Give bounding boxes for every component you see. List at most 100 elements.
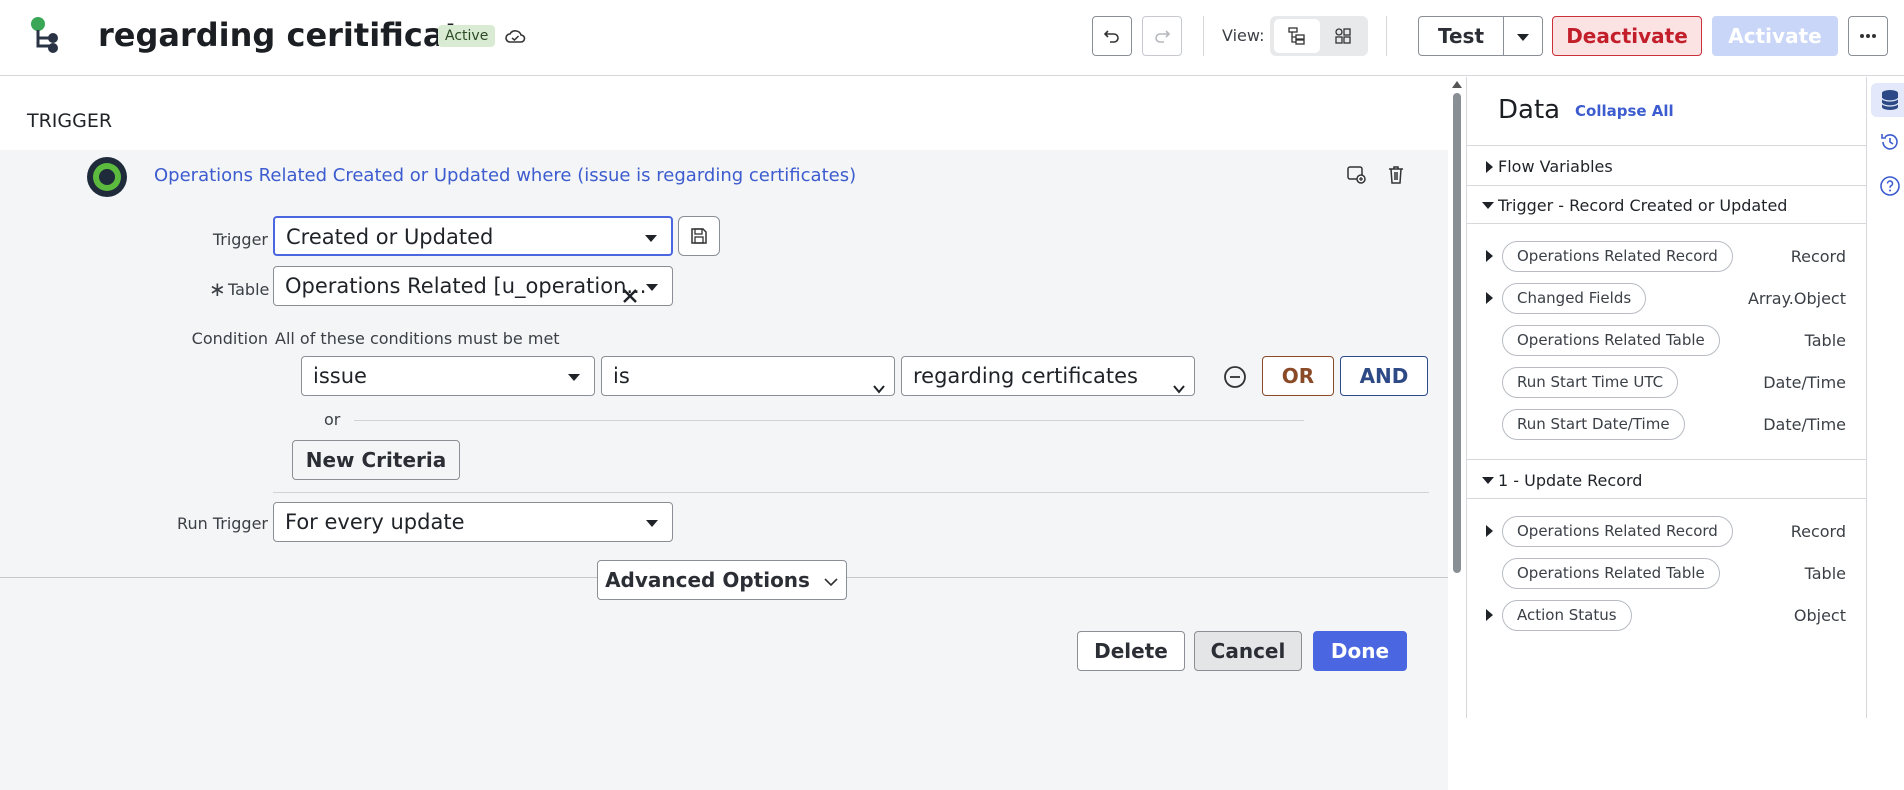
section-divider <box>273 492 1429 493</box>
cloud-icon[interactable] <box>504 27 526 47</box>
data-divider <box>1467 145 1867 146</box>
page-title: regarding ceritificate <box>98 16 482 54</box>
table-label: Table <box>228 280 270 299</box>
condition-field-value: issue <box>313 364 367 388</box>
view-label: View: <box>1222 26 1265 45</box>
undo-button[interactable] <box>1092 16 1132 56</box>
data-pill-operations-related-record[interactable]: Operations Related Record <box>1502 241 1733 272</box>
advanced-options-button[interactable]: Advanced Options <box>597 560 847 600</box>
undo-icon <box>1103 30 1119 43</box>
chevron-down-icon <box>646 520 658 527</box>
data-type: Record <box>1790 522 1846 541</box>
deactivate-button[interactable]: Deactivate <box>1552 16 1702 56</box>
tree-view-icon <box>1288 27 1305 45</box>
flow-logo-icon <box>28 16 68 56</box>
app-header: regarding ceritificate Active View: Test… <box>0 0 1904 76</box>
scroll-up-arrow[interactable] <box>1452 81 1462 88</box>
more-button[interactable] <box>1848 16 1888 56</box>
condition-value: regarding certificates <box>913 364 1138 388</box>
done-button[interactable]: Done <box>1313 631 1407 671</box>
collapse-all-link[interactable]: Collapse All <box>1575 102 1674 120</box>
run-trigger-label: Run Trigger <box>177 514 268 533</box>
data-tab-button[interactable] <box>1871 83 1904 117</box>
grid-view-button[interactable] <box>1320 19 1366 53</box>
table-select[interactable]: Operations Related [u_operation... <box>273 266 673 306</box>
chevron-down-icon <box>645 235 657 242</box>
trigger-section-title: TRIGGER <box>27 110 113 132</box>
activate-button[interactable]: Activate <box>1712 16 1838 56</box>
condition-value-select[interactable]: regarding certificates <box>901 356 1195 396</box>
test-dropdown-button[interactable] <box>1503 16 1543 56</box>
test-button[interactable]: Test <box>1418 16 1504 56</box>
trigger-select[interactable]: Created or Updated <box>273 216 673 256</box>
expand-icon[interactable] <box>1486 525 1493 537</box>
new-criteria-button[interactable]: New Criteria <box>292 440 460 480</box>
header-divider <box>1203 16 1204 56</box>
help-icon[interactable] <box>1879 175 1901 197</box>
grid-view-icon <box>1335 28 1351 44</box>
flow-variables-label: Flow Variables <box>1498 157 1613 176</box>
cancel-button[interactable]: Cancel <box>1194 631 1302 671</box>
data-divider <box>1467 185 1867 186</box>
expand-icon <box>1486 161 1493 173</box>
scrollbar-thumb[interactable] <box>1453 93 1461 573</box>
condition-operator-select[interactable]: is <box>601 356 895 396</box>
data-type: Record <box>1790 247 1846 266</box>
expand-icon[interactable] <box>1486 609 1493 621</box>
chevron-down-icon <box>1517 34 1529 41</box>
chevron-down-icon <box>824 578 838 587</box>
trigger-summary-link[interactable]: Operations Related Created or Updated wh… <box>154 165 856 186</box>
edit-comment-icon[interactable] <box>1345 164 1367 186</box>
minus-circle-icon <box>1224 366 1246 388</box>
chevron-down-icon <box>1172 370 1186 394</box>
data-divider <box>1467 498 1867 499</box>
delete-button[interactable]: Delete <box>1077 631 1185 671</box>
trash-icon[interactable] <box>1386 164 1406 186</box>
expand-icon[interactable] <box>1486 250 1493 262</box>
tree-view-button[interactable] <box>1274 19 1320 53</box>
side-rail <box>1866 77 1904 718</box>
condition-description: All of these conditions must be met <box>275 329 560 348</box>
run-trigger-select[interactable]: For every update <box>273 502 673 542</box>
trigger-node-icon <box>86 156 128 198</box>
data-type: Date/Time <box>1763 373 1846 392</box>
data-pill-operations-related-record[interactable]: Operations Related Record <box>1502 516 1733 547</box>
remove-condition-button[interactable] <box>1223 365 1247 389</box>
and-button[interactable]: AND <box>1340 356 1428 396</box>
condition-label: Condition <box>191 329 268 348</box>
or-separator-label: or <box>324 410 341 429</box>
trigger-label: Trigger <box>212 230 268 249</box>
advanced-options-label: Advanced Options <box>605 568 810 592</box>
data-panel: Data Collapse All Flow Variables Trigger… <box>1466 77 1867 718</box>
required-mark: ∗ <box>209 277 226 301</box>
expand-icon[interactable] <box>1486 292 1493 304</box>
data-pill-action-status[interactable]: Action Status <box>1502 600 1632 631</box>
more-icon <box>1860 34 1876 38</box>
redo-icon <box>1155 30 1171 43</box>
chevron-down-icon <box>646 284 658 291</box>
scrollbar[interactable] <box>1452 81 1462 641</box>
clear-icon[interactable] <box>622 278 638 303</box>
save-icon <box>691 228 707 244</box>
save-trigger-button[interactable] <box>678 216 720 256</box>
flow-editor: TRIGGER Operations Related Created or Up… <box>0 77 1462 790</box>
or-button[interactable]: OR <box>1262 356 1334 396</box>
collapse-icon <box>1482 202 1494 209</box>
trigger-value: Created or Updated <box>286 225 494 249</box>
data-pill-operations-related-table[interactable]: Operations Related Table <box>1502 325 1720 356</box>
data-pill-operations-related-table[interactable]: Operations Related Table <box>1502 558 1720 589</box>
data-panel-title: Data <box>1498 95 1561 125</box>
data-divider <box>1467 223 1867 224</box>
view-toggle <box>1270 16 1368 56</box>
data-type: Array.Object <box>1747 289 1846 308</box>
history-icon[interactable] <box>1879 131 1901 153</box>
data-type: Table <box>1804 331 1846 350</box>
data-pill-run-start-time-utc[interactable]: Run Start Time UTC <box>1502 367 1679 398</box>
data-pill-run-start-date-time[interactable]: Run Start Date/Time <box>1502 409 1685 440</box>
redo-button[interactable] <box>1142 16 1182 56</box>
data-pill-changed-fields[interactable]: Changed Fields <box>1502 283 1647 314</box>
data-type: Date/Time <box>1763 415 1846 434</box>
update-record-label: 1 - Update Record <box>1498 471 1643 490</box>
condition-field-select[interactable]: issue <box>301 356 595 396</box>
data-type: Table <box>1804 564 1846 583</box>
